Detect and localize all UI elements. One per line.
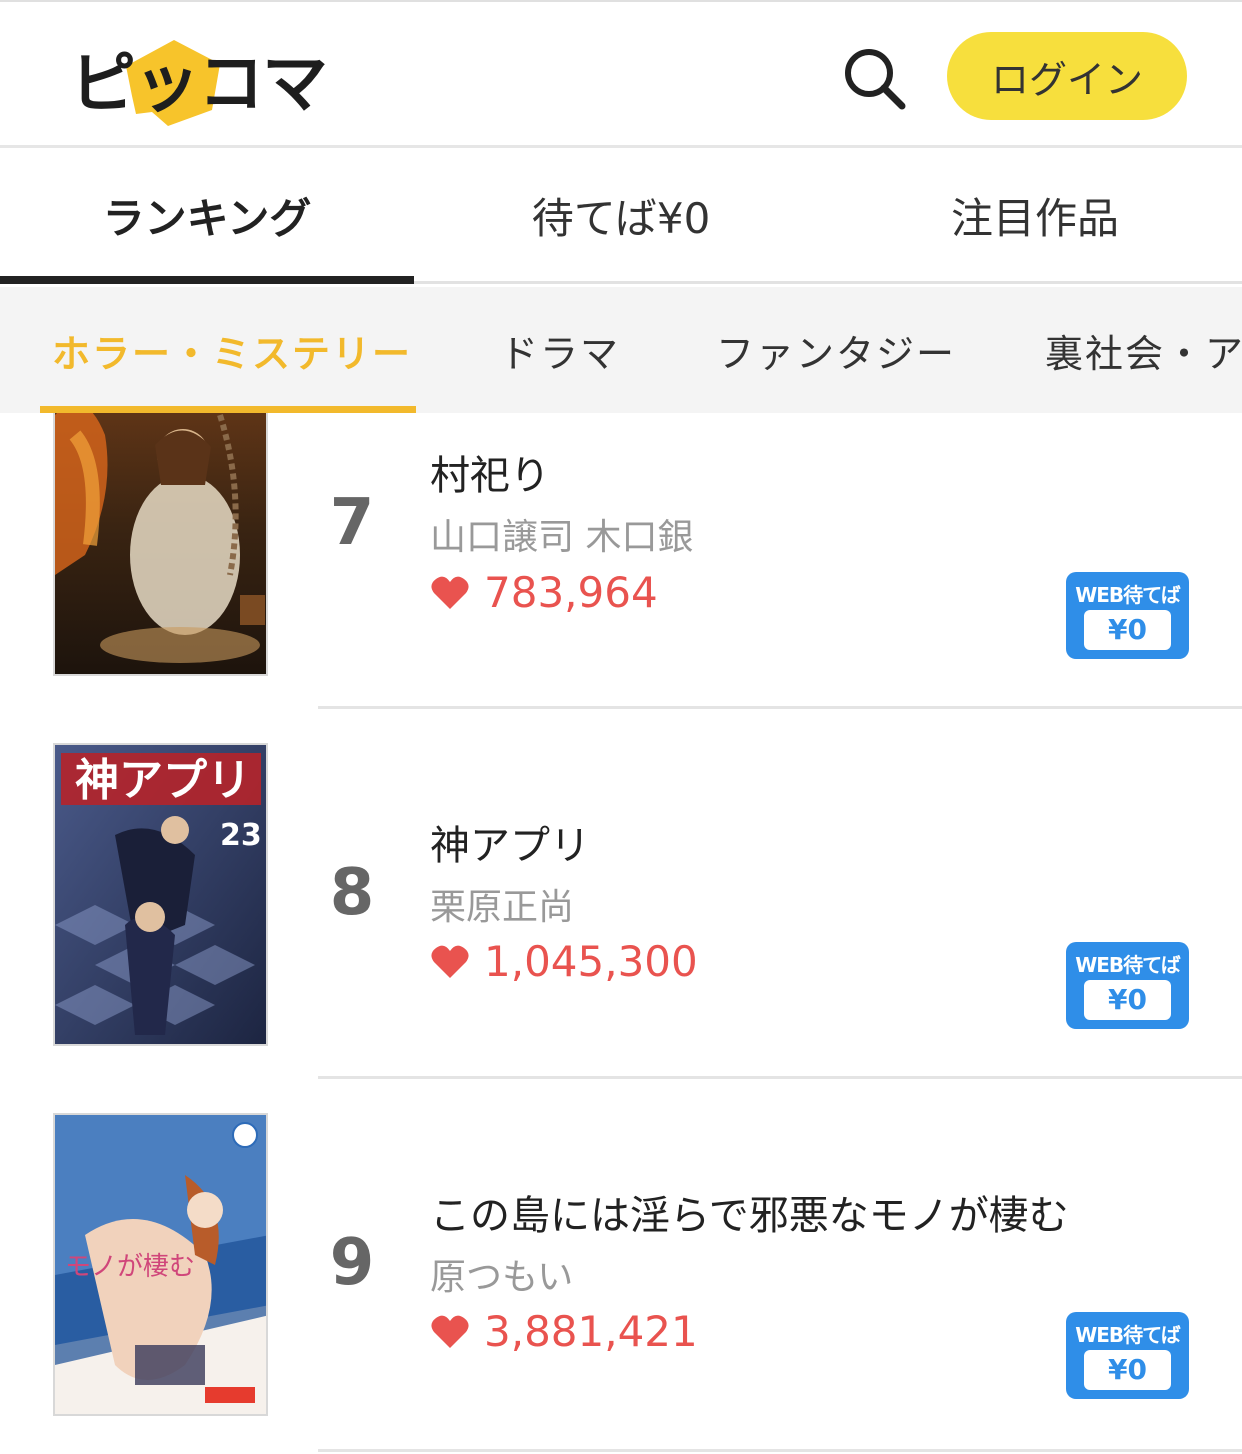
cover-art: モノが棲む — [55, 1115, 266, 1414]
search-icon — [845, 49, 906, 110]
likes-value: 3,881,421 — [484, 1307, 698, 1356]
badge-price: ¥0 — [1084, 980, 1171, 1020]
svg-text:モノが棲む: モノが棲む — [65, 1252, 195, 1282]
likes-count: 1,045,300 — [430, 937, 698, 986]
badge-price: ¥0 — [1084, 610, 1171, 650]
cover-image[interactable]: 神アプリ 23 — [53, 743, 268, 1046]
tab-featured[interactable]: 注目作品 — [828, 150, 1242, 281]
search-button[interactable] — [842, 46, 906, 110]
wait-free-badge[interactable]: WEB待てば ¥0 — [1066, 942, 1189, 1029]
badge-price: ¥0 — [1084, 1350, 1171, 1390]
cover-art — [55, 413, 266, 674]
rank-number: 7 — [329, 486, 375, 560]
main-tabs: ランキング 待てば¥0 注目作品 — [0, 150, 1242, 284]
heart-icon — [431, 576, 469, 609]
rank-number: 8 — [329, 856, 375, 930]
login-button[interactable]: ログイン — [947, 32, 1187, 120]
badge-label: WEB待てば — [1075, 953, 1181, 977]
badge-label: WEB待てば — [1075, 583, 1181, 607]
cover-image[interactable] — [53, 413, 268, 676]
likes-value: 783,964 — [484, 568, 658, 617]
tab-ranking[interactable]: ランキング — [0, 150, 414, 284]
app-header: ピッコマ ログイン — [0, 0, 1242, 148]
genre-tab-fantasy[interactable]: ファンタジー — [716, 287, 956, 413]
item-title[interactable]: 神アプリ — [430, 813, 590, 871]
piccoma-logo[interactable]: ピッコマ — [70, 38, 328, 126]
badge-label: WEB待てば — [1075, 1323, 1181, 1347]
item-author: 栗原正尚 — [430, 887, 575, 928]
wait-free-badge[interactable]: WEB待てば ¥0 — [1066, 1312, 1189, 1399]
cover-art: 神アプリ 23 — [55, 745, 266, 1044]
svg-text:23: 23 — [220, 818, 262, 853]
logo-text: ピッコマ — [70, 45, 328, 122]
list-item[interactable]: 神アプリ 23 8 神アプリ 栗原正尚 1,045,300 WEB待てば ¥0 — [0, 709, 1242, 1079]
likes-count: 3,881,421 — [430, 1307, 698, 1356]
ranking-list: 7 村祀り 山口譲司 木口銀 783,964 WEB待てば ¥0 神アプリ 23… — [0, 413, 1242, 1454]
genre-active-indicator — [40, 406, 416, 413]
genre-tab-horror-mystery[interactable]: ホラー・ミステリー — [52, 287, 412, 413]
genre-tab-drama[interactable]: ドラマ — [500, 287, 620, 413]
svg-text:神アプリ: 神アプリ — [75, 755, 251, 806]
divider — [318, 1449, 1242, 1452]
heart-icon — [431, 945, 469, 978]
genre-tabs: ホラー・ミステリー ドラマ ファンタジー 裏社会・ア — [0, 287, 1242, 413]
cover-image[interactable]: モノが棲む — [53, 1113, 268, 1416]
item-author: 原つもい — [430, 1257, 574, 1298]
likes-count: 783,964 — [430, 568, 658, 617]
item-title[interactable]: 村祀り — [430, 443, 550, 501]
list-item[interactable]: 7 村祀り 山口譲司 木口銀 783,964 WEB待てば ¥0 — [0, 413, 1242, 709]
likes-value: 1,045,300 — [484, 937, 698, 986]
list-item[interactable]: モノが棲む 9 この島には淫らで邪悪なモノが棲む 原つもい 3,881,421 … — [0, 1079, 1242, 1454]
wait-free-badge[interactable]: WEB待てば ¥0 — [1066, 572, 1189, 659]
item-title[interactable]: この島には淫らで邪悪なモノが棲む — [430, 1183, 1069, 1241]
tab-wait-free[interactable]: 待てば¥0 — [414, 150, 828, 281]
genre-tab-underworld[interactable]: 裏社会・ア — [1045, 287, 1242, 413]
rank-number: 9 — [329, 1226, 375, 1300]
item-author: 山口譲司 木口銀 — [430, 517, 694, 558]
heart-icon — [431, 1315, 469, 1348]
